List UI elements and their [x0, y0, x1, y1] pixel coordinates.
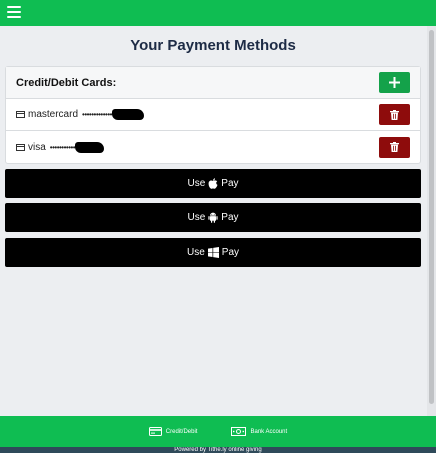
delete-card-button[interactable]	[379, 104, 410, 125]
card-number: •••••••••••	[49, 142, 76, 152]
pay-button-prefix: Use	[186, 247, 205, 258]
pay-button-suffix: Pay	[221, 247, 240, 258]
android-icon	[208, 212, 218, 223]
pay-button-prefix: Use	[187, 212, 206, 223]
powered-by-footer: Powered by Tithe.ly online giving	[0, 447, 436, 453]
tab-credit-debit[interactable]: Credit/Debit	[148, 427, 198, 436]
card-info: visa •••••••••••	[16, 141, 105, 153]
cards-panel-header: Credit/Debit Cards:	[6, 67, 420, 99]
pay-button-suffix: Pay	[221, 178, 239, 189]
trash-icon	[390, 109, 399, 120]
windows-icon	[207, 247, 219, 258]
trash-icon	[390, 142, 399, 152]
add-card-button[interactable]	[379, 72, 410, 93]
hamburger-icon[interactable]	[7, 6, 21, 18]
tab-label: Bank Account	[250, 428, 288, 435]
card-row-visa: visa •••••••••••	[6, 131, 420, 163]
cards-panel-title: Credit/Debit Cards:	[16, 76, 117, 89]
card-info: mastercard •••••••••••••	[16, 109, 144, 120]
delete-card-button[interactable]	[379, 136, 410, 158]
redaction-mark	[111, 109, 144, 120]
scrollbar-thumb[interactable]	[429, 30, 434, 404]
apple-icon	[208, 178, 218, 189]
android-pay-button[interactable]: Use Pay	[5, 203, 421, 232]
pay-button-prefix: Use	[187, 178, 206, 189]
top-bar	[0, 0, 436, 26]
redaction-mark	[75, 141, 105, 153]
bottom-tab-bar: Credit/Debit Bank Account	[0, 416, 436, 447]
bank-note-icon	[231, 427, 247, 436]
card-brand: visa	[28, 141, 46, 153]
apple-pay-button[interactable]: Use Pay	[5, 169, 421, 198]
card-number: •••••••••••••	[82, 110, 112, 119]
credit-card-icon	[148, 427, 162, 436]
card-row-mastercard: mastercard •••••••••••••	[6, 99, 420, 131]
tab-label: Credit/Debit	[165, 428, 198, 435]
page-title: Your Payment Methods	[130, 37, 296, 54]
card-icon	[16, 143, 25, 151]
plus-icon	[389, 77, 400, 88]
pay-button-suffix: Pay	[221, 212, 239, 223]
card-icon	[16, 111, 25, 118]
tab-bank-account[interactable]: Bank Account	[231, 427, 287, 436]
card-brand: mastercard	[28, 109, 79, 120]
cards-panel: Credit/Debit Cards: mastercard •••••••••…	[5, 66, 421, 164]
windows-pay-button[interactable]: Use Pay	[5, 238, 421, 267]
